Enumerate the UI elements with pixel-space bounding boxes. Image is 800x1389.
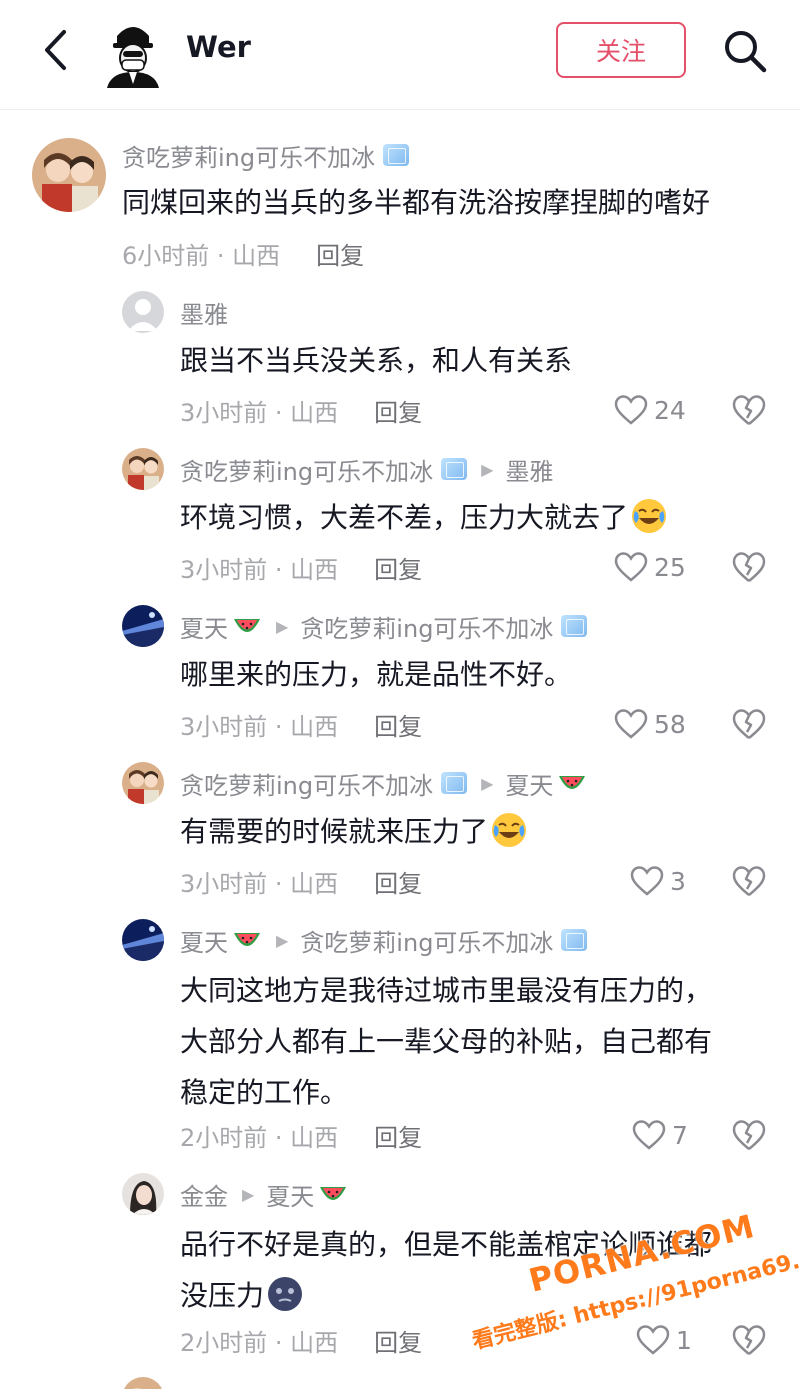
broken-heart-icon[interactable]: [732, 707, 766, 741]
reply-arrow-icon: ▶: [276, 616, 289, 636]
comment-meta: 3小时前 · 山西 回复: [180, 393, 422, 427]
comment-meta: 3小时前 · 山西 回复: [180, 707, 422, 741]
heart-icon: [630, 866, 664, 896]
reply-button[interactable]: 回复: [374, 1323, 422, 1358]
crying-laughing-emoji-icon: [492, 813, 527, 847]
comment-text: 哪里来的压力，就是品性不好。: [180, 658, 573, 691]
broken-heart-icon[interactable]: [732, 1118, 766, 1152]
avatar[interactable]: [122, 919, 164, 961]
ice-badge-icon: [383, 144, 410, 166]
profile-name: Wer: [186, 30, 251, 64]
heart-icon: [614, 395, 648, 425]
watermelon-icon: [559, 776, 586, 789]
comment-author[interactable]: 夏天 ▶ 贪吃萝莉ing可乐不加冰: [180, 609, 588, 644]
reply-target[interactable]: 夏天: [505, 766, 553, 801]
watermelon-icon: [234, 933, 260, 946]
avatar[interactable]: [122, 762, 164, 804]
comment-meta: 2小时前 · 山西 回复: [180, 1323, 422, 1357]
watermelon-icon: [234, 619, 260, 632]
comment-text: 环境习惯，大差不差，压力大就去了: [180, 495, 770, 541]
dark-moon-face-emoji-icon: [268, 1277, 303, 1311]
profile-avatar[interactable]: [103, 16, 163, 88]
like-button[interactable]: 3: [630, 861, 686, 901]
like-count: 58: [654, 709, 686, 739]
reply-arrow-icon: ▶: [242, 1184, 255, 1204]
reply-target[interactable]: 夏天: [266, 1177, 314, 1212]
avatar[interactable]: [122, 605, 164, 647]
reply-button[interactable]: 回复: [374, 864, 422, 899]
comment-meta: 6小时前 · 山西 回复: [122, 236, 364, 270]
reply-target[interactable]: 贪吃萝莉ing可乐不加冰: [300, 609, 553, 644]
reply-arrow-icon: ▶: [276, 930, 289, 950]
comment-text: 同煤回来的当兵的多半都有洗浴按摩捏脚的嗜好: [122, 186, 711, 219]
like-button[interactable]: 24: [614, 390, 686, 430]
search-button[interactable]: [720, 26, 770, 76]
like-button[interactable]: 58: [614, 704, 686, 744]
reply-arrow-icon: ▶: [481, 773, 494, 793]
comment-text: 有需要的时候就来压力了: [180, 809, 770, 855]
comment-author[interactable]: 贪吃萝莉ing可乐不加冰: [122, 138, 410, 172]
reply-button[interactable]: 回复: [316, 236, 364, 271]
heart-icon: [632, 1120, 666, 1150]
avatar[interactable]: [122, 291, 164, 333]
reply-button[interactable]: 回复: [374, 1118, 422, 1153]
top-bar: Wer 关注: [0, 0, 800, 110]
ice-badge-icon: [561, 615, 588, 637]
comment-text: 大同这地方是我待过城市里最没有压力的， 大部分人都有上一辈父母的补贴，自己都有 …: [180, 974, 713, 1109]
reply-arrow-icon: ▶: [481, 459, 494, 479]
avatar[interactable]: [32, 138, 106, 212]
comment-meta: 2小时前 · 山西 回复: [180, 1118, 422, 1152]
comment-meta: 3小时前 · 山西 回复: [180, 550, 422, 584]
avatar[interactable]: [122, 1377, 164, 1389]
ice-badge-icon: [441, 458, 468, 480]
avatar[interactable]: [122, 1173, 164, 1215]
comment-author[interactable]: 夏天 ▶ 贪吃萝莉ing可乐不加冰: [180, 923, 588, 958]
ice-badge-icon: [561, 929, 588, 951]
search-icon: [725, 31, 767, 73]
chevron-left-icon: [45, 30, 66, 70]
follow-button[interactable]: 关注: [556, 22, 686, 78]
avatar[interactable]: [122, 448, 164, 490]
ice-badge-icon: [441, 772, 468, 794]
like-count: 25: [654, 552, 686, 582]
like-button[interactable]: 25: [614, 547, 686, 587]
comment-author[interactable]: 贪吃萝莉ing可乐不加冰 ▶ 夏天: [180, 766, 587, 800]
broken-heart-icon[interactable]: [732, 550, 766, 584]
like-button[interactable]: 7: [632, 1115, 688, 1155]
heart-icon: [614, 552, 648, 582]
reply-button[interactable]: 回复: [374, 393, 422, 428]
like-count: 24: [654, 395, 686, 425]
comment-author[interactable]: 贪吃萝莉ing可乐不加冰 ▶ 墨雅: [180, 452, 553, 486]
watermelon-icon: [320, 1187, 347, 1200]
like-count: 3: [670, 866, 686, 896]
reply-button[interactable]: 回复: [374, 550, 422, 585]
like-count: 7: [672, 1120, 688, 1150]
heart-icon: [614, 709, 648, 739]
reply-button[interactable]: 回复: [374, 707, 422, 742]
reply-target[interactable]: 贪吃萝莉ing可乐不加冰: [300, 923, 553, 958]
comment-meta: 3小时前 · 山西 回复: [180, 864, 422, 898]
comment-text: 跟当不当兵没关系，和人有关系: [180, 344, 573, 377]
comment-author[interactable]: 墨雅: [180, 295, 228, 329]
crying-laughing-emoji-icon: [632, 499, 667, 533]
back-button[interactable]: [30, 22, 80, 78]
broken-heart-icon[interactable]: [732, 393, 766, 427]
broken-heart-icon[interactable]: [732, 864, 766, 898]
comment-author[interactable]: 金金 ▶ 夏天: [180, 1177, 348, 1211]
reply-target[interactable]: 墨雅: [505, 452, 553, 487]
